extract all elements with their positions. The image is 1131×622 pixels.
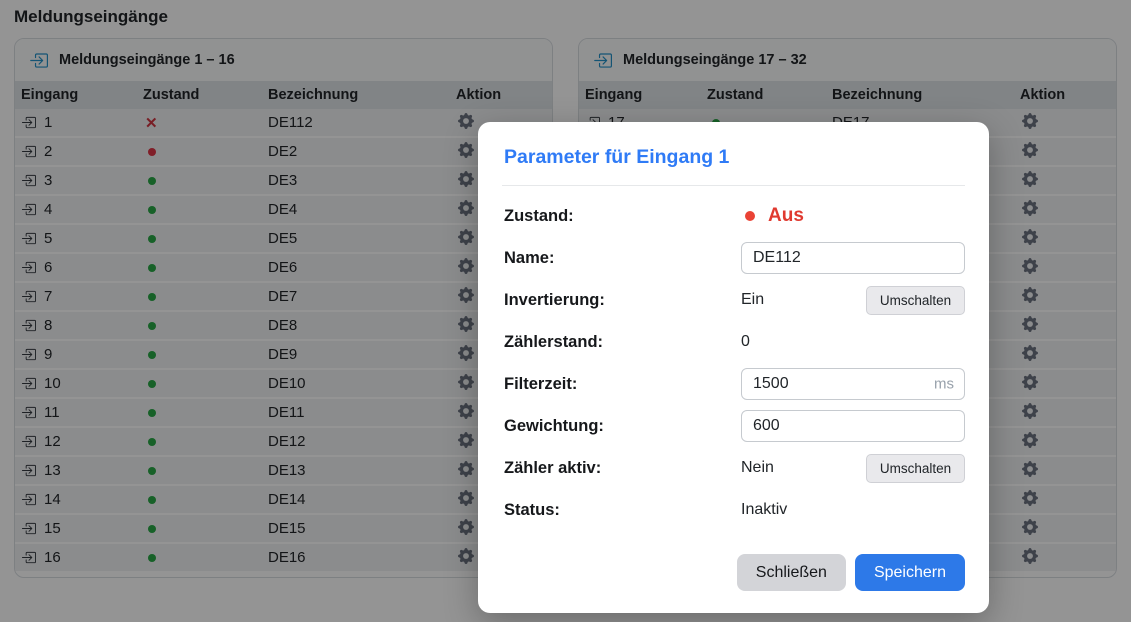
zustand-value: Aus xyxy=(768,205,804,227)
invertierung-value: Ein xyxy=(741,291,764,309)
field-label: Zähler aktiv: xyxy=(502,459,741,478)
invertierung-umschalten-button[interactable]: Umschalten xyxy=(866,286,965,315)
field-filterzeit: Filterzeit: ms xyxy=(502,368,965,400)
zaehler-aktiv-value: Nein xyxy=(741,459,774,477)
gewichtung-input[interactable] xyxy=(741,410,965,442)
field-label: Name: xyxy=(502,249,741,268)
field-label: Zählerstand: xyxy=(502,333,741,352)
zaehler-aktiv-umschalten-button[interactable]: Umschalten xyxy=(866,454,965,483)
field-gewichtung: Gewichtung: xyxy=(502,410,965,442)
status-value: Inaktiv xyxy=(741,501,965,519)
field-label: Zustand: xyxy=(502,207,741,226)
name-input[interactable] xyxy=(741,242,965,274)
parameter-dialog: Parameter für Eingang 1 Zustand: Aus Nam… xyxy=(478,122,989,613)
modal-footer: Schließen Speichern xyxy=(502,554,965,591)
field-name: Name: xyxy=(502,242,965,274)
divider xyxy=(502,185,965,186)
field-label: Status: xyxy=(502,501,741,520)
field-invertierung: Invertierung: Ein Umschalten xyxy=(502,284,965,316)
save-button[interactable]: Speichern xyxy=(855,554,965,591)
filterzeit-input[interactable] xyxy=(741,368,965,400)
close-button[interactable]: Schließen xyxy=(737,554,846,591)
field-label: Invertierung: xyxy=(502,291,741,310)
field-zaehlerstand: Zählerstand: 0 xyxy=(502,326,965,358)
field-zaehler-aktiv: Zähler aktiv: Nein Umschalten xyxy=(502,452,965,484)
field-status: Status: Inaktiv xyxy=(502,494,965,526)
field-label: Filterzeit: xyxy=(502,375,741,394)
field-zustand: Zustand: Aus xyxy=(502,200,965,232)
field-label: Gewichtung: xyxy=(502,417,741,436)
modal-title: Parameter für Eingang 1 xyxy=(504,146,965,169)
state-dot-icon xyxy=(745,211,755,221)
zaehlerstand-value: 0 xyxy=(741,333,965,351)
